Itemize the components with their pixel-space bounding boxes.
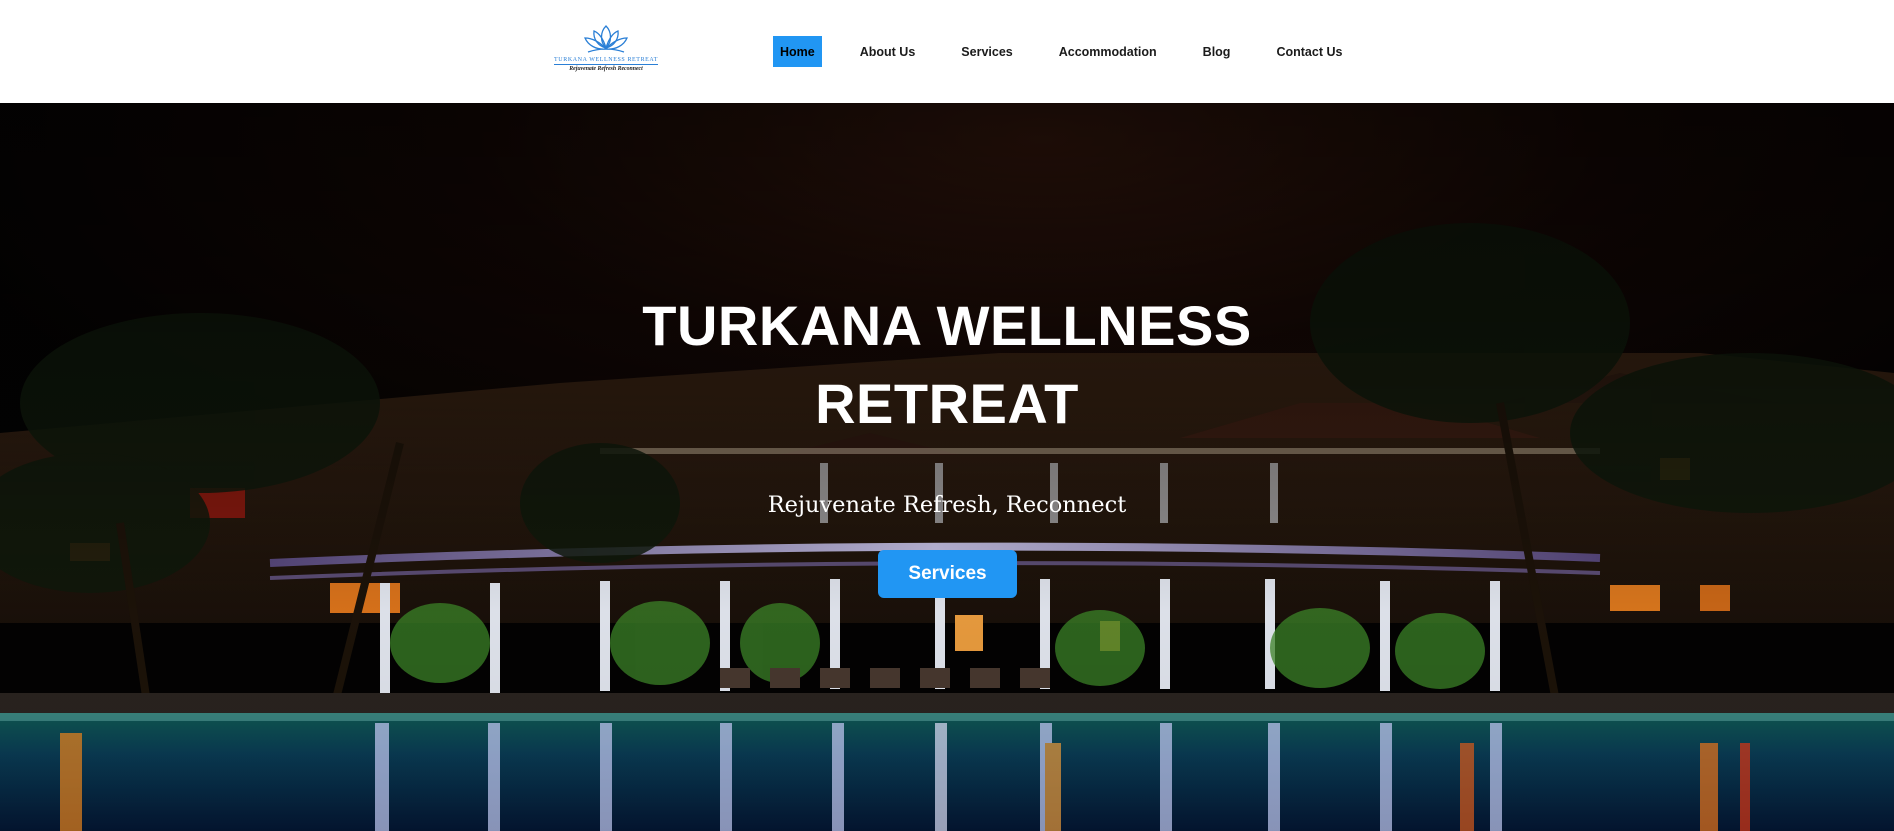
site-logo[interactable]: TURKANA WELLNESS RETREAT Rejuvenate Refr… bbox=[554, 22, 658, 82]
hero-title: TURKANA WELLNESS RETREAT bbox=[0, 287, 1894, 443]
nav-item-blog[interactable]: Blog bbox=[1203, 36, 1231, 67]
nav-item-contact-us[interactable]: Contact Us bbox=[1276, 36, 1342, 67]
hero-title-line-2: RETREAT bbox=[815, 372, 1079, 435]
nav-item-services[interactable]: Services bbox=[961, 36, 1012, 67]
logo-name: TURKANA WELLNESS RETREAT bbox=[554, 57, 658, 65]
hero-overlay bbox=[0, 103, 1894, 831]
main-nav: Home About Us Services Accommodation Blo… bbox=[773, 36, 1342, 67]
site-header: TURKANA WELLNESS RETREAT Rejuvenate Refr… bbox=[0, 0, 1894, 103]
logo-tagline: Rejuvenate Refresh Reconnect bbox=[569, 66, 643, 72]
nav-item-home[interactable]: Home bbox=[773, 36, 822, 67]
hero-section: TURKANA WELLNESS RETREAT Rejuvenate Refr… bbox=[0, 103, 1894, 831]
nav-item-accommodation[interactable]: Accommodation bbox=[1059, 36, 1157, 67]
nav-item-about-us[interactable]: About Us bbox=[860, 36, 916, 67]
hero-subtitle: Rejuvenate Refresh, Reconnect bbox=[767, 492, 1127, 518]
services-button[interactable]: Services bbox=[878, 550, 1017, 598]
lotus-icon bbox=[584, 25, 628, 53]
hero-title-line-1: TURKANA WELLNESS bbox=[642, 294, 1252, 357]
